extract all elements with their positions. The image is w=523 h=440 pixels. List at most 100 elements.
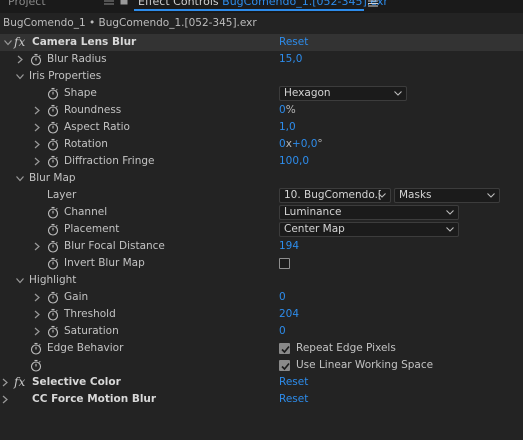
stopwatch-icon[interactable] <box>30 53 42 66</box>
property-label: Rotation <box>64 138 108 150</box>
stopwatch-icon[interactable] <box>47 257 59 270</box>
saturation-value[interactable]: 0 <box>279 325 286 337</box>
stopwatch-icon[interactable] <box>47 223 59 236</box>
layer-dropdown[interactable]: 10. BugComendo.[ <box>279 188 391 203</box>
effect-camera-lens-blur[interactable]: fx Camera Lens Blur Reset <box>0 34 523 51</box>
effect-controls-panel: BugComendo_1 • BugComendo_1.[052-345].ex… <box>0 13 523 440</box>
dropdown-chevron-icon <box>487 193 495 198</box>
property-label: Edge Behavior <box>47 342 124 354</box>
effect-name: CC Force Motion Blur <box>32 393 157 405</box>
effect-selective-color[interactable]: fx Selective Color Reset <box>0 374 523 391</box>
twirl-arrow-icon[interactable] <box>1 378 9 387</box>
property-layer: Layer 10. BugComendo.[ Masks <box>0 187 523 204</box>
tab-menu-icon[interactable] <box>368 0 378 7</box>
fx-icon[interactable]: fx <box>14 375 25 389</box>
twirl-arrow-icon[interactable] <box>33 123 41 132</box>
stopwatch-icon[interactable] <box>47 291 59 304</box>
rotation-degrees[interactable]: +0,0 <box>292 138 318 150</box>
twirl-arrow-icon[interactable] <box>16 72 24 81</box>
property-label: Layer <box>47 189 77 201</box>
dropdown-value: Luminance <box>284 206 342 218</box>
dropdown-value: Hexagon <box>284 87 331 99</box>
reset-button[interactable]: Reset <box>279 376 308 388</box>
aspect-ratio-value[interactable]: 1,0 <box>279 121 296 133</box>
blur-radius-value[interactable]: 15,0 <box>279 53 302 65</box>
property-label: Gain <box>64 291 89 303</box>
stopwatch-icon[interactable] <box>47 240 59 253</box>
diffraction-fringe-value[interactable]: 100,0 <box>279 155 309 167</box>
reset-button[interactable]: Reset <box>279 393 308 405</box>
dropdown-value: Center Map <box>284 223 345 235</box>
rotation-value[interactable]: 0x+0,0° <box>279 138 323 150</box>
property-blur-focal-distance: Blur Focal Distance 194 <box>0 238 523 255</box>
panel-menu-icon[interactable] <box>104 0 114 5</box>
group-blur-map[interactable]: Blur Map <box>0 170 523 187</box>
layer-source-dropdown[interactable]: Masks <box>394 188 500 203</box>
effect-name: Camera Lens Blur <box>32 36 137 48</box>
tab-effect-controls-layer: BugComendo_1.[052-345].exr <box>222 0 388 8</box>
property-shape: Shape Hexagon <box>0 85 523 102</box>
fx-icon[interactable]: fx <box>14 35 25 49</box>
twirl-arrow-icon[interactable] <box>16 174 24 183</box>
group-label: Highlight <box>29 274 77 286</box>
property-saturation: Saturation 0 <box>0 323 523 340</box>
twirl-arrow-icon[interactable] <box>33 157 41 166</box>
twirl-arrow-icon[interactable] <box>33 140 41 149</box>
property-channel: Channel Luminance <box>0 204 523 221</box>
linear-working-space-checkbox[interactable] <box>279 360 290 371</box>
group-highlight[interactable]: Highlight <box>0 272 523 289</box>
stopwatch-icon[interactable] <box>30 359 42 372</box>
twirl-arrow-icon[interactable] <box>33 242 41 251</box>
stopwatch-icon[interactable] <box>47 155 59 168</box>
lock-icon[interactable] <box>120 0 128 5</box>
checkbox-label: Repeat Edge Pixels <box>296 342 396 354</box>
group-iris-properties[interactable]: Iris Properties <box>0 68 523 85</box>
property-label: Blur Focal Distance <box>64 240 165 252</box>
group-label: Blur Map <box>29 172 76 184</box>
property-label: Placement <box>64 223 120 235</box>
blur-focal-distance-value[interactable]: 194 <box>279 240 299 252</box>
stopwatch-icon[interactable] <box>47 308 59 321</box>
checkmark-icon <box>280 361 291 372</box>
dropdown-value: Masks <box>399 189 432 201</box>
checkmark-icon <box>280 344 291 355</box>
twirl-arrow-icon[interactable] <box>33 310 41 319</box>
repeat-edge-pixels-checkbox[interactable] <box>279 343 290 354</box>
twirl-arrow-icon[interactable] <box>33 106 41 115</box>
tab-effect-controls[interactable]: Effect Controls BugComendo_1.[052-345].e… <box>138 0 388 8</box>
roundness-value[interactable]: 0% <box>279 104 296 116</box>
property-edge-behavior: Edge Behavior Repeat Edge Pixels <box>0 340 523 357</box>
invert-blur-map-checkbox[interactable] <box>279 258 290 269</box>
property-label: Blur Radius <box>47 53 107 65</box>
stopwatch-icon[interactable] <box>47 87 59 100</box>
property-label: Invert Blur Map <box>64 257 145 269</box>
channel-dropdown[interactable]: Luminance <box>279 205 459 220</box>
twirl-arrow-icon[interactable] <box>1 395 9 404</box>
property-aspect-ratio: Aspect Ratio 1,0 <box>0 119 523 136</box>
effect-cc-force-motion-blur[interactable]: CC Force Motion Blur Reset <box>0 391 523 408</box>
rotation-revolutions[interactable]: 0 <box>279 138 286 150</box>
stopwatch-icon[interactable] <box>47 104 59 117</box>
breadcrumb: BugComendo_1 • BugComendo_1.[052-345].ex… <box>3 17 257 29</box>
twirl-arrow-icon[interactable] <box>16 55 24 64</box>
panel-tab-bar: Project Effect Controls BugComendo_1.[05… <box>0 0 523 13</box>
twirl-arrow-icon[interactable] <box>33 327 41 336</box>
stopwatch-icon[interactable] <box>30 342 42 355</box>
gain-value[interactable]: 0 <box>279 291 286 303</box>
twirl-arrow-icon[interactable] <box>16 276 24 285</box>
twirl-arrow-icon[interactable] <box>33 293 41 302</box>
dropdown-chevron-icon <box>394 91 402 96</box>
active-tab-indicator <box>134 9 364 11</box>
reset-button[interactable]: Reset <box>279 36 308 48</box>
stopwatch-icon[interactable] <box>47 138 59 151</box>
placement-dropdown[interactable]: Center Map <box>279 222 459 237</box>
twirl-arrow-icon[interactable] <box>4 38 12 47</box>
stopwatch-icon[interactable] <box>47 121 59 134</box>
property-roundness: Roundness 0% <box>0 102 523 119</box>
stopwatch-icon[interactable] <box>47 206 59 219</box>
shape-dropdown[interactable]: Hexagon <box>279 86 407 101</box>
threshold-value[interactable]: 204 <box>279 308 299 320</box>
group-label: Iris Properties <box>29 70 102 82</box>
tab-project[interactable]: Project <box>8 0 46 8</box>
stopwatch-icon[interactable] <box>47 325 59 338</box>
